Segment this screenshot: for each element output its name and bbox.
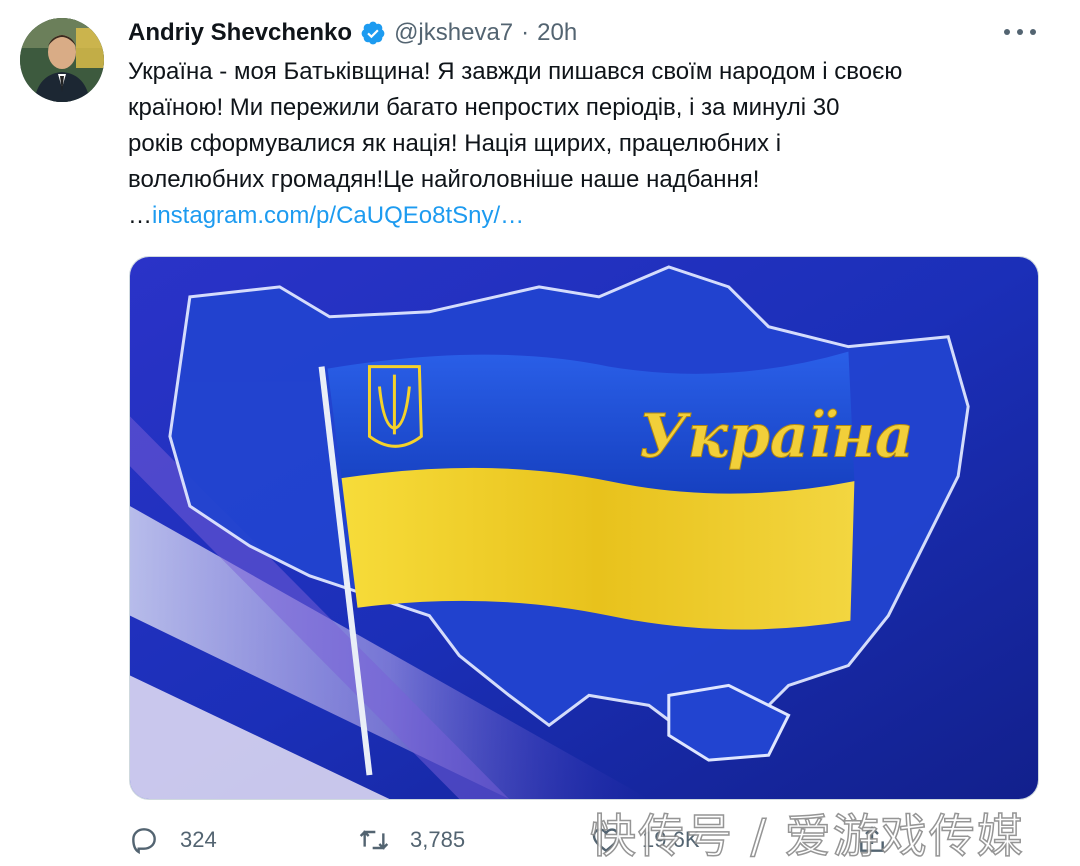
tweet-link-line: …instagram.com/p/CaUQEo8tSny/… <box>128 198 1058 234</box>
author-handle[interactable]: @jksheva7 <box>394 19 513 47</box>
tweet-text-line: років сформувалися як нація! Нація щирих… <box>128 130 782 157</box>
tweet-time[interactable]: 20h <box>537 19 577 47</box>
retweet-icon <box>359 830 389 850</box>
link-ellipsis: … <box>128 202 152 229</box>
verified-badge-icon <box>361 21 385 45</box>
author-name[interactable]: Andriy Shevchenko <box>128 19 352 47</box>
reply-count: 324 <box>180 827 217 852</box>
tweet-text-line: волелюбних громадян!Це найголовніше наше… <box>128 166 760 193</box>
tweet-header: Andriy Shevchenko @jksheva7 · 20h <box>128 16 577 50</box>
tweet-text-line: Україна - моя Батьківщина! Я завжди пиша… <box>128 58 903 85</box>
retweet-count: 3,785 <box>410 827 466 852</box>
watermark: 快传号 / 爱游戏传媒 <box>589 808 1025 864</box>
tweet-text: Україна - моя Батьківщина! Я завжди пиша… <box>128 54 1058 234</box>
avatar-image <box>20 18 104 102</box>
tweet-text-line: країною! Ми пережили багато непростих пе… <box>128 94 840 121</box>
reply-icon <box>132 828 156 855</box>
tweet-media-image[interactable]: Україна <box>129 256 1039 800</box>
image-caption: Україна <box>639 401 914 471</box>
retweet-button[interactable]: 3,785 <box>358 818 465 862</box>
separator-dot: · <box>521 19 530 46</box>
reply-button[interactable]: 324 <box>128 818 217 862</box>
instagram-link[interactable]: instagram.com/p/CaUQEo8tSny/… <box>152 202 524 229</box>
ukraine-flag-map-image: Україна <box>130 257 1038 799</box>
avatar[interactable] <box>20 18 104 102</box>
more-icon[interactable] <box>1004 20 1036 44</box>
tweet-card: Andriy Shevchenko @jksheva7 · 20h Україн… <box>0 0 1080 864</box>
